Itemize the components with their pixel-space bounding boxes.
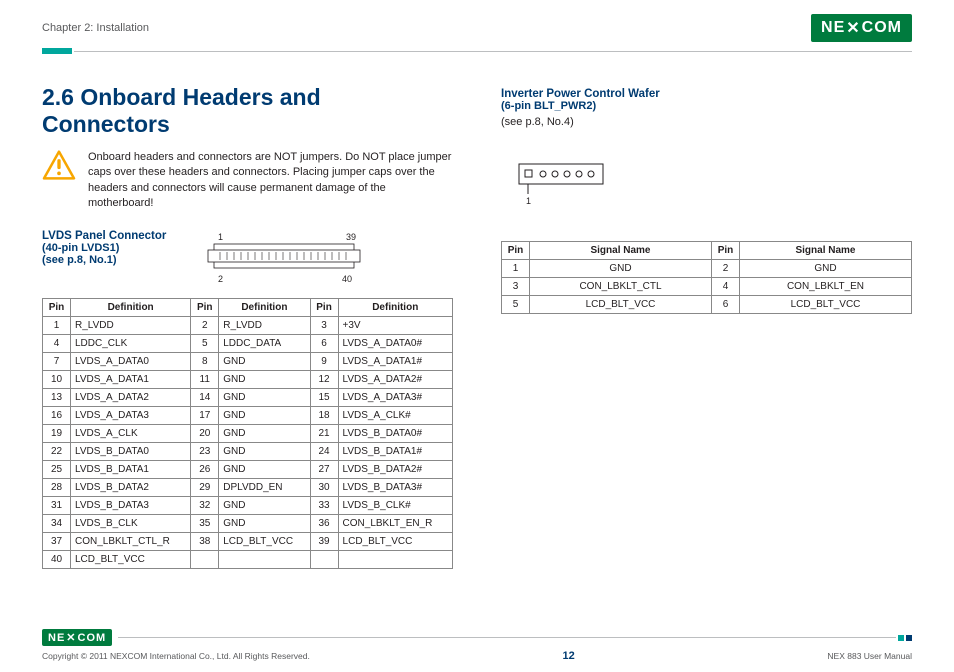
- page-header: Chapter 2: Installation NE✕COM: [0, 0, 954, 48]
- table-row: 37CON_LBKLT_CTL_R38LCD_BLT_VCC39LCD_BLT_…: [43, 532, 453, 550]
- table-header: Pin: [191, 298, 219, 316]
- lvds-connector-diagram: 1 39 2 40: [194, 230, 374, 286]
- table-row: 40LCD_BLT_VCC: [43, 550, 453, 568]
- wafer-heading: Inverter Power Control Wafer: [501, 88, 912, 100]
- lvds-sub: (40-pin LVDS1): [42, 242, 166, 254]
- page-footer: NE✕COM Copyright © 2011 NEXCOM Internati…: [0, 629, 954, 662]
- table-header: Definition: [219, 298, 310, 316]
- right-column: Inverter Power Control Wafer (6-pin BLT_…: [501, 84, 912, 569]
- table-header: Pin: [502, 242, 530, 260]
- svg-text:40: 40: [342, 274, 352, 284]
- lvds-pin-table: PinDefinitionPinDefinitionPinDefinition …: [42, 298, 453, 569]
- warning-icon: [42, 150, 76, 180]
- table-row: 4LDDC_CLK5LDDC_DATA6LVDS_A_DATA0#: [43, 334, 453, 352]
- wafer-pin-table: PinSignal NamePinSignal Name 1GND2GND3CO…: [501, 241, 912, 314]
- lvds-heading: LVDS Panel Connector: [42, 230, 166, 242]
- warning-block: Onboard headers and connectors are NOT j…: [42, 150, 453, 212]
- table-row: 13LVDS_A_DATA214GND15LVDS_A_DATA3#: [43, 388, 453, 406]
- table-row: 25LVDS_B_DATA126GND27LVDS_B_DATA2#: [43, 460, 453, 478]
- table-row: 22LVDS_B_DATA023GND24LVDS_B_DATA1#: [43, 442, 453, 460]
- left-column: 2.6 Onboard Headers and Connectors Onboa…: [42, 84, 453, 569]
- page-number: 12: [563, 650, 575, 662]
- chapter-title: Chapter 2: Installation: [42, 22, 149, 34]
- svg-text:2: 2: [218, 274, 223, 284]
- table-header: Pin: [43, 298, 71, 316]
- table-row: 34LVDS_B_CLK35GND36CON_LBKLT_EN_R: [43, 514, 453, 532]
- table-row: 16LVDS_A_DATA317GND18LVDS_A_CLK#: [43, 406, 453, 424]
- svg-text:1: 1: [526, 196, 531, 206]
- table-header: Definition: [338, 298, 452, 316]
- table-row: 3CON_LBKLT_CTL4CON_LBKLT_EN: [502, 278, 912, 296]
- wafer-ref: (see p.8, No.4): [501, 116, 912, 128]
- wafer-sub: (6-pin BLT_PWR2): [501, 100, 912, 112]
- table-header: Pin: [711, 242, 739, 260]
- svg-text:39: 39: [346, 232, 356, 242]
- table-row: 7LVDS_A_DATA08GND9LVDS_A_DATA1#: [43, 352, 453, 370]
- doc-id: NEX 883 User Manual: [827, 651, 912, 661]
- brand-logo: NE✕COM: [811, 14, 912, 42]
- svg-text:1: 1: [218, 232, 223, 242]
- table-row: 1R_LVDD2R_LVDD3+3V: [43, 316, 453, 334]
- table-row: 1GND2GND: [502, 260, 912, 278]
- wafer-connector-diagram: 1: [501, 158, 621, 208]
- content-area: 2.6 Onboard Headers and Connectors Onboa…: [0, 54, 954, 569]
- table-row: 19LVDS_A_CLK20GND21LVDS_B_DATA0#: [43, 424, 453, 442]
- table-row: 31LVDS_B_DATA332GND33LVDS_B_CLK#: [43, 496, 453, 514]
- footer-logo: NE✕COM: [42, 629, 112, 646]
- table-header: Pin: [310, 298, 338, 316]
- section-title: 2.6 Onboard Headers and Connectors: [42, 84, 453, 138]
- logo-x-icon: ✕: [845, 18, 861, 38]
- lvds-ref: (see p.8, No.1): [42, 254, 166, 266]
- table-header: Definition: [71, 298, 191, 316]
- table-header: Signal Name: [739, 242, 911, 260]
- table-header: Signal Name: [530, 242, 712, 260]
- warning-text: Onboard headers and connectors are NOT j…: [88, 150, 453, 212]
- table-row: 28LVDS_B_DATA229DPLVDD_EN30LVDS_B_DATA3#: [43, 478, 453, 496]
- copyright-text: Copyright © 2011 NEXCOM International Co…: [42, 651, 310, 661]
- logo-x-icon: ✕: [65, 631, 77, 644]
- table-row: 10LVDS_A_DATA111GND12LVDS_A_DATA2#: [43, 370, 453, 388]
- table-row: 5LCD_BLT_VCC6LCD_BLT_VCC: [502, 296, 912, 314]
